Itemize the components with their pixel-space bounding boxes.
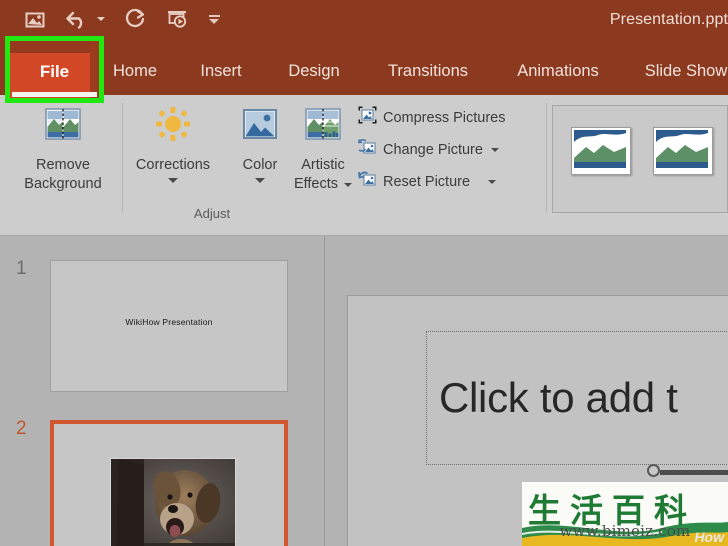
watermark-overlay: 生 活 百 科 www.bimeiz.com How: [522, 482, 728, 546]
compress-pictures-label: Compress Pictures: [383, 110, 506, 126]
artistic-effects-button[interactable]: Artistic Effects: [287, 105, 359, 194]
customize-quick-access-icon[interactable]: [206, 8, 222, 30]
artistic-effects-label-2-row: Effects: [293, 175, 353, 194]
file-tab-highlight: File: [5, 36, 104, 103]
save-icon[interactable]: [22, 6, 48, 32]
corrections-icon: [151, 105, 195, 152]
artistic-effects-label-2: Effects: [293, 176, 339, 193]
ribbon: Remove Background Corrections Color Arti…: [0, 95, 728, 236]
remove-background-icon: [41, 105, 85, 152]
tab-design[interactable]: Design: [278, 48, 350, 95]
slide-number-1: 1: [16, 258, 27, 279]
placeholder-resize-handle[interactable]: [647, 464, 660, 477]
artistic-effects-dropdown-icon[interactable]: [344, 182, 353, 187]
slides-thumbnail-pane[interactable]: 1 WikiHow Presentation 2: [0, 236, 325, 546]
tab-transitions[interactable]: Transitions: [375, 48, 481, 95]
redo-icon[interactable]: [122, 6, 148, 32]
color-button[interactable]: Color: [227, 105, 293, 184]
change-picture-button[interactable]: Change Picture: [358, 138, 499, 162]
quick-access-toolbar: [22, 2, 222, 36]
placeholder-bottom-edge: [660, 470, 728, 475]
artistic-effects-icon: [301, 105, 345, 152]
remove-background-label-1: Remove: [36, 157, 90, 173]
slide-2-dog-image: [110, 458, 236, 546]
file-tab-top-shade: [10, 41, 99, 53]
compress-pictures-button[interactable]: Compress Pictures: [358, 106, 505, 130]
change-picture-icon: [358, 138, 377, 162]
slide-thumbnail-2[interactable]: [50, 420, 288, 546]
ribbon-group-adjust: Remove Background Corrections Color Arti…: [0, 95, 550, 235]
ribbon-tab-strip: Home Insert Design Transitions Animation…: [0, 48, 728, 95]
reset-picture-button[interactable]: Reset Picture: [358, 170, 497, 194]
color-icon: [238, 105, 282, 152]
corrections-button[interactable]: Corrections: [128, 105, 218, 184]
remove-background-label-2: Background: [24, 176, 102, 193]
tab-animations[interactable]: Animations: [503, 48, 613, 95]
undo-icon[interactable]: [64, 6, 90, 32]
picture-styles-gallery[interactable]: [552, 105, 728, 213]
color-label: Color: [242, 157, 278, 173]
slide-thumbnail-1[interactable]: WikiHow Presentation: [50, 260, 288, 392]
slide-1-title: WikiHow Presentation: [125, 317, 213, 327]
remove-background-button[interactable]: Remove Background: [8, 105, 118, 194]
artistic-effects-label-1: Artistic: [301, 157, 345, 173]
document-title: Presentation.ppt: [609, 11, 728, 28]
tab-file[interactable]: File: [10, 41, 99, 98]
change-picture-label: Change Picture: [383, 142, 483, 158]
tab-home[interactable]: Home: [104, 48, 166, 95]
file-tab-underline: [12, 92, 97, 97]
picture-style-1[interactable]: [571, 127, 631, 175]
powerpoint-window: Presentation.ppt Home Insert Design Tran…: [0, 0, 728, 546]
tab-slide-show[interactable]: Slide Show: [636, 48, 728, 95]
picture-style-2[interactable]: [653, 127, 713, 175]
group-divider-2: [546, 103, 547, 213]
tab-insert[interactable]: Insert: [190, 48, 252, 95]
reset-picture-dropdown-icon[interactable]: [488, 180, 497, 184]
reset-picture-label: Reset Picture: [383, 174, 471, 190]
file-tab-label: File: [39, 61, 70, 81]
corrections-dropdown-icon[interactable]: [168, 178, 178, 184]
color-dropdown-icon[interactable]: [255, 178, 265, 184]
group-divider: [122, 103, 123, 213]
ribbon-content: Remove Background Corrections Color Arti…: [0, 95, 728, 235]
slide-number-2: 2: [16, 418, 27, 439]
watermark-corner-text: How: [694, 529, 724, 545]
change-picture-dropdown-icon[interactable]: [490, 148, 499, 152]
file-tab-right-shade: [90, 41, 99, 98]
title-placeholder[interactable]: Click to add t: [426, 331, 728, 465]
title-placeholder-text: Click to add t: [439, 374, 678, 421]
start-slideshow-icon[interactable]: [164, 6, 190, 32]
adjust-group-label: Adjust: [193, 206, 231, 221]
undo-dropdown-icon[interactable]: [95, 8, 106, 30]
corrections-label: Corrections: [135, 157, 211, 173]
reset-picture-icon: [358, 170, 377, 194]
compress-pictures-icon: [358, 106, 377, 130]
title-bar: Presentation.ppt: [0, 0, 728, 48]
